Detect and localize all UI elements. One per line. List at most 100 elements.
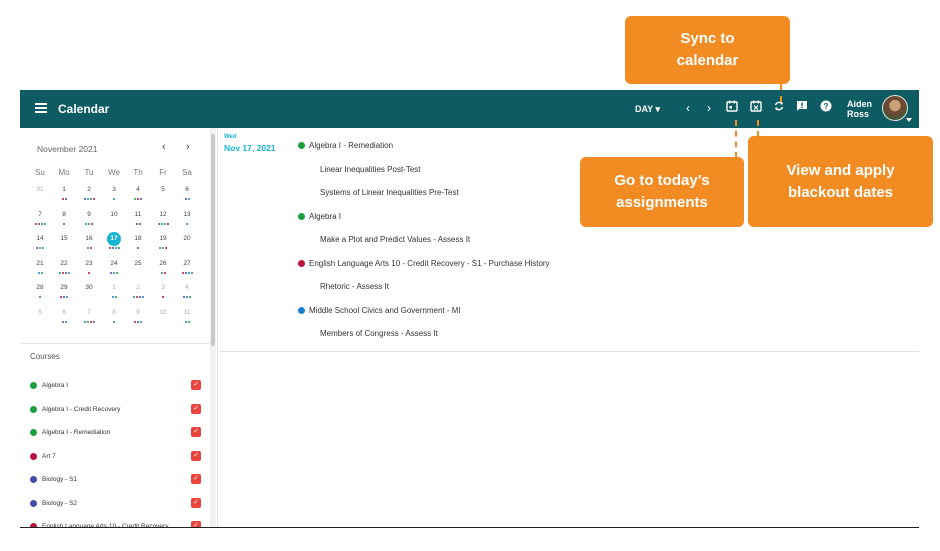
calendar-day[interactable]: 1 [104,281,124,295]
event-dots [78,247,100,250]
course-item[interactable]: Biology - S2 ✓ [30,497,205,510]
calendar-day[interactable]: 10 [104,208,124,222]
calendar-day[interactable]: 13 [177,208,197,222]
chevron-left-icon[interactable]: ‹ [680,100,696,116]
event-dots [29,198,51,201]
calendar-day[interactable]: 15 [54,232,74,246]
prev-month-icon[interactable]: ‹ [162,141,166,153]
calendar-day[interactable]: 11 [177,306,197,320]
calendar-day[interactable]: 9 [128,306,148,320]
calendar-day[interactable]: 8 [54,208,74,222]
event-dots [29,222,51,226]
event-dots [78,271,100,275]
calendar-day[interactable]: 17 [107,232,121,246]
calendar-day[interactable]: 26 [153,257,173,271]
course-color-dot [30,405,37,413]
calendar-day[interactable]: 10 [153,306,173,320]
course-checkbox[interactable]: ✓ [191,380,201,390]
agenda-course-heading: Algebra I [298,212,341,221]
event-dots [29,296,51,299]
agenda-assignment[interactable]: Make a Plot and Predict Values - Assess … [320,235,470,244]
calendar-day[interactable]: 16 [79,232,99,246]
calendar-day[interactable]: 25 [128,257,148,271]
calendar-day[interactable]: 4 [177,281,197,295]
view-select[interactable]: DAY ▾ [635,104,660,115]
calendar-day[interactable]: 7 [79,306,99,320]
user-name[interactable]: Aiden Ross [847,99,872,119]
sync-icon[interactable] [771,100,787,116]
calendar-day[interactable]: 3 [153,281,173,295]
calendar-day[interactable]: 27 [177,257,197,271]
course-checkbox[interactable]: ✓ [191,450,201,461]
course-item[interactable]: Art 7 ✓ [30,450,205,463]
calendar-day[interactable]: 6 [54,306,74,320]
calendar-day[interactable]: 12 [153,208,173,222]
calendar-day[interactable]: 24 [104,257,124,271]
calendar-day[interactable]: 18 [128,232,148,246]
weekday-label: Su [35,168,45,177]
course-checkbox[interactable]: ✓ [191,427,201,437]
event-dots [176,296,198,299]
calendar-day[interactable]: 2 [128,281,148,295]
calendar-day[interactable]: 5 [30,306,50,320]
left-panel: November 2021 ‹ › Su Mo Tu We Th Fr Sa 31 1 2 3 4 5… [20,128,218,527]
agenda-assignment[interactable]: Linear Inequalities Post-Test [320,165,421,174]
calendar-day[interactable]: 30 [79,281,99,295]
course-label: Algebra I - Remediation [42,429,111,436]
course-checkbox[interactable]: ✓ [191,497,201,508]
event-dots [152,222,174,226]
agenda-assignment[interactable]: Systems of Linear Inequalities Pre-Test [320,188,459,197]
calendar-day[interactable]: 14 [30,232,50,246]
event-dots [78,320,100,324]
blackout-calendar-icon[interactable] [748,100,764,116]
scrollbar[interactable] [210,128,216,527]
calendar-day[interactable]: 31 [30,183,50,197]
user-first-name: Aiden [847,99,873,109]
scrollbar-thumb[interactable] [211,134,215,346]
agenda-assignment[interactable]: Members of Congress - Assess It [320,329,438,338]
course-item[interactable]: Biology - S1 ✓ [30,474,205,486]
today-calendar-icon[interactable] [724,100,740,116]
caret-down-icon[interactable] [906,118,912,122]
calendar-day[interactable]: 9 [79,208,99,222]
calendar-day[interactable]: 4 [128,183,148,197]
calendar-day[interactable]: 8 [104,306,124,320]
calendar-day[interactable]: 6 [177,183,197,197]
avatar[interactable] [882,95,908,121]
event-dots [53,271,75,275]
calendar-day[interactable]: 29 [54,281,74,295]
callout-today: Go to today’s assignments [580,157,744,227]
course-label: Algebra I [42,382,69,389]
calendar-day[interactable]: 22 [54,257,74,271]
calendar-day[interactable]: 23 [79,257,99,271]
course-item[interactable]: Algebra I ✓ [30,380,205,392]
help-icon[interactable]: ? [818,100,834,116]
chevron-right-icon[interactable]: › [701,100,717,116]
weekday-label: Tu [84,168,94,177]
next-month-icon[interactable]: › [186,141,190,153]
calendar-day[interactable]: 2 [79,183,99,197]
event-dots [29,271,51,275]
calendar-day[interactable]: 1 [54,183,74,197]
event-dots [53,222,75,226]
course-item[interactable]: Algebra I - Remediation ✓ [30,427,205,439]
calendar-day[interactable]: 11 [128,208,148,222]
calendar-day[interactable]: 3 [104,183,124,197]
calendar-day[interactable]: 19 [153,232,173,246]
course-checkbox[interactable]: ✓ [191,403,201,414]
event-dots [176,198,198,201]
calendar-day[interactable]: 21 [30,257,50,271]
course-label: Biology - S1 [42,476,78,483]
calendar-day[interactable]: 7 [30,208,50,222]
calendar-day[interactable]: 5 [153,183,173,197]
agenda-course-label: Algebra I - Remediation [309,141,394,150]
menu-icon[interactable] [35,103,47,113]
agenda-assignment[interactable]: Rhetoric - Assess It [320,282,389,291]
feedback-icon[interactable] [794,100,810,116]
course-item[interactable]: Algebra I - Credit Recovery ✓ [30,403,205,416]
calendar-day[interactable]: 28 [30,281,50,295]
course-checkbox[interactable]: ✓ [191,474,201,484]
calendar-day[interactable]: 20 [177,232,197,246]
event-dots [152,247,174,250]
courses-title: Courses [30,352,60,361]
